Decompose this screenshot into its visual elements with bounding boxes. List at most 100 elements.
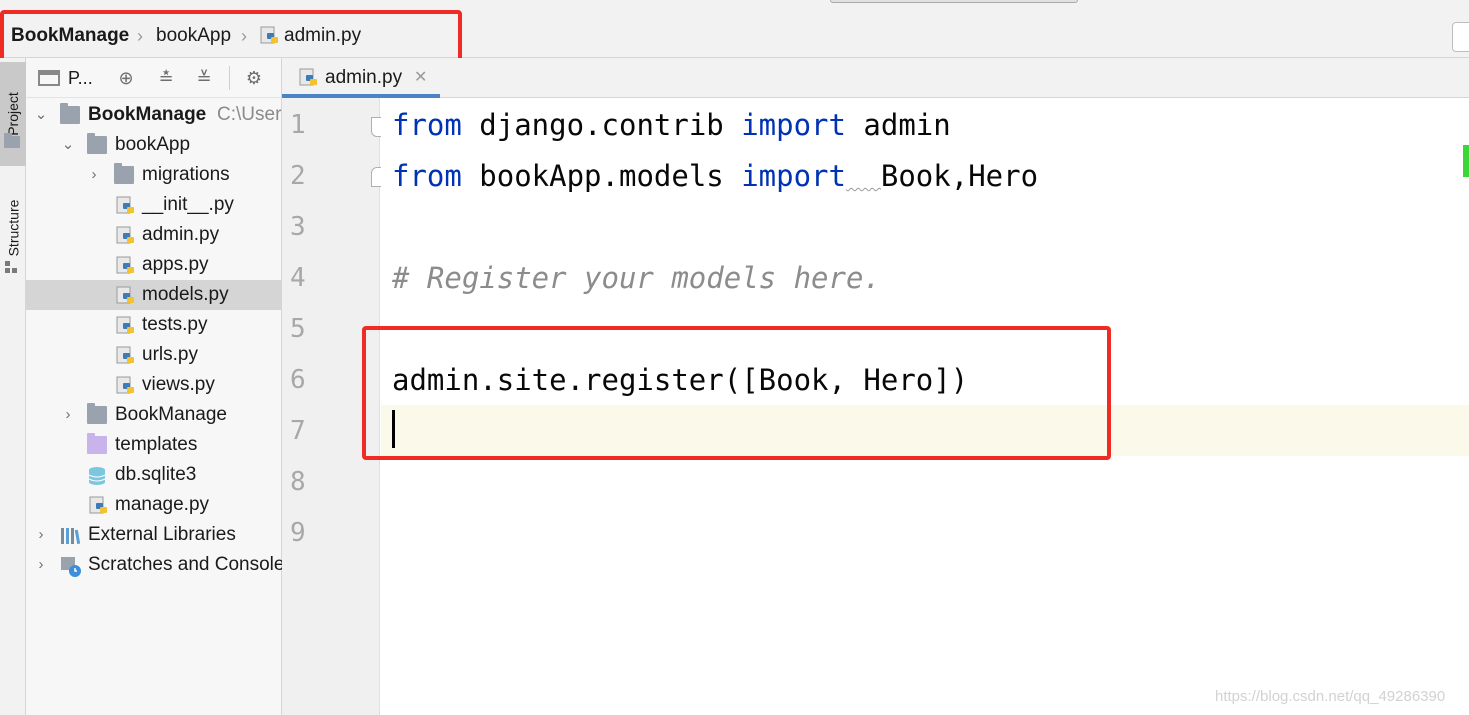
annotation-box-register <box>362 326 1111 460</box>
whitespace-warning <box>846 159 881 193</box>
tree-root-path: C:\Users <box>217 104 291 125</box>
left-tool-strip: Project Structure <box>0 58 26 715</box>
window-tab-fragment <box>830 0 1078 3</box>
keyword: from <box>392 108 462 142</box>
tree-row-init[interactable]: __init__.py <box>26 190 282 220</box>
imported-names: Book,Hero <box>880 159 1039 193</box>
keyword: from <box>392 159 462 193</box>
tree-item-label: BookManage <box>115 404 227 425</box>
tree-item-label: models.py <box>142 284 229 305</box>
project-tool-tab[interactable]: Project <box>0 62 26 166</box>
tree-row-bookmanage-pkg[interactable]: › BookManage <box>26 400 282 430</box>
tree-item-label: db.sqlite3 <box>115 464 197 485</box>
line-number: 7 <box>290 416 306 446</box>
collapse-all-icon[interactable]: ≚ <box>192 66 216 90</box>
tree-item-label: urls.py <box>142 344 198 365</box>
tree-row-tests[interactable]: tests.py <box>26 310 282 340</box>
structure-tab-label: Structure <box>5 199 21 257</box>
tree-row-db[interactable]: db.sqlite3 <box>26 460 282 490</box>
python-file-icon <box>116 196 136 214</box>
python-file-icon <box>116 256 136 274</box>
code-line-2: from bookApp.models import Book,Hero <box>392 156 1038 196</box>
tree-item-label: templates <box>115 434 198 455</box>
imported-name: admin <box>845 108 951 142</box>
tree-row-models[interactable]: models.py <box>26 280 282 310</box>
tree-item-label: Scratches and Consoles <box>88 554 294 575</box>
inspection-ok-marker <box>1463 145 1469 177</box>
chevron-right-icon[interactable]: › <box>34 555 48 575</box>
line-number: 6 <box>290 365 306 395</box>
line-number: 5 <box>290 314 306 344</box>
tab-admin-py[interactable]: admin.py ✕ <box>282 58 440 98</box>
tree-item-label: migrations <box>142 164 230 185</box>
templates-folder-icon <box>87 433 107 454</box>
python-file-icon <box>89 496 109 514</box>
gear-icon[interactable]: ⚙ <box>242 66 266 90</box>
locate-file-icon[interactable]: ⊕ <box>114 66 138 90</box>
project-tab-label: Project <box>5 92 22 136</box>
tree-row-bookapp[interactable]: ⌄ bookApp <box>26 130 282 160</box>
watermark: https://blog.csdn.net/qq_49286390 <box>1215 688 1446 705</box>
tree-item-label: apps.py <box>142 254 209 275</box>
folder-icon <box>87 133 107 154</box>
code-line-1: from django.contrib import admin <box>392 105 951 145</box>
folder-icon <box>4 133 20 148</box>
line-number: 1 <box>290 110 306 140</box>
python-file-icon <box>116 286 136 304</box>
tree-row-external-libraries[interactable]: › External Libraries <box>26 520 282 550</box>
python-file-icon <box>299 68 319 88</box>
tree-row-scratches[interactable]: › Scratches and Consoles <box>26 550 294 580</box>
project-toolbar: P... ⊕ ≛ ≚ ⚙ <box>26 58 282 98</box>
run-config-widget[interactable] <box>1452 22 1469 52</box>
keyword: import <box>741 159 846 193</box>
libraries-icon <box>60 526 81 545</box>
folder-icon <box>60 103 80 124</box>
tree-row-urls[interactable]: urls.py <box>26 340 282 370</box>
tree-row-manage[interactable]: manage.py <box>26 490 282 520</box>
chevron-down-icon[interactable]: ⌄ <box>34 105 48 125</box>
expand-all-icon[interactable]: ≛ <box>154 66 178 90</box>
toolbar-divider <box>229 66 230 90</box>
line-number: 9 <box>290 518 306 548</box>
tree-row-views[interactable]: views.py <box>26 370 282 400</box>
tree-item-label: admin.py <box>142 224 220 245</box>
python-file-icon <box>116 316 136 334</box>
tree-row-apps[interactable]: apps.py <box>26 250 282 280</box>
tree-root-row[interactable]: ⌄ BookManage C:\Users <box>26 100 291 130</box>
tab-label: admin.py <box>325 67 403 88</box>
line-number: 3 <box>290 212 306 242</box>
line-number: 4 <box>290 263 306 293</box>
tree-root-label: BookManage <box>88 104 207 125</box>
tree-item-label: tests.py <box>142 314 208 335</box>
module-name: django.contrib <box>461 108 742 142</box>
chevron-right-icon[interactable]: › <box>34 525 48 545</box>
python-file-icon <box>116 376 136 394</box>
editor-tab-bar: admin.py ✕ <box>282 58 1469 98</box>
structure-icon <box>5 260 19 273</box>
chevron-right-icon[interactable]: › <box>87 165 101 185</box>
python-file-icon <box>116 346 136 364</box>
tree-item-label: manage.py <box>115 494 210 515</box>
chevron-down-icon[interactable]: ⌄ <box>61 135 75 155</box>
tree-row-admin[interactable]: admin.py <box>26 220 282 250</box>
tree-item-label: bookApp <box>115 134 191 155</box>
project-view-selector[interactable]: P... <box>68 66 93 90</box>
keyword: import <box>741 108 846 142</box>
line-number: 2 <box>290 161 306 191</box>
database-icon <box>87 466 107 485</box>
python-file-icon <box>116 226 136 244</box>
chevron-right-icon[interactable]: › <box>61 405 75 425</box>
scratches-icon <box>60 556 81 577</box>
project-tool-window: P... ⊕ ≛ ≚ ⚙ ⌄ BookManage C:\Users ⌄ boo… <box>26 58 294 715</box>
folder-icon <box>87 403 107 424</box>
tree-row-templates[interactable]: templates <box>26 430 282 460</box>
module-name: bookApp.models <box>461 159 742 193</box>
tree-item-label: External Libraries <box>88 524 236 545</box>
project-view-icon <box>38 70 60 86</box>
close-icon[interactable]: ✕ <box>414 66 427 90</box>
tree-row-migrations[interactable]: › migrations <box>26 160 282 190</box>
folder-icon <box>114 163 134 184</box>
code-comment: # Register your models here. <box>392 261 881 295</box>
line-number: 8 <box>290 467 306 497</box>
tree-item-label: views.py <box>142 374 215 395</box>
